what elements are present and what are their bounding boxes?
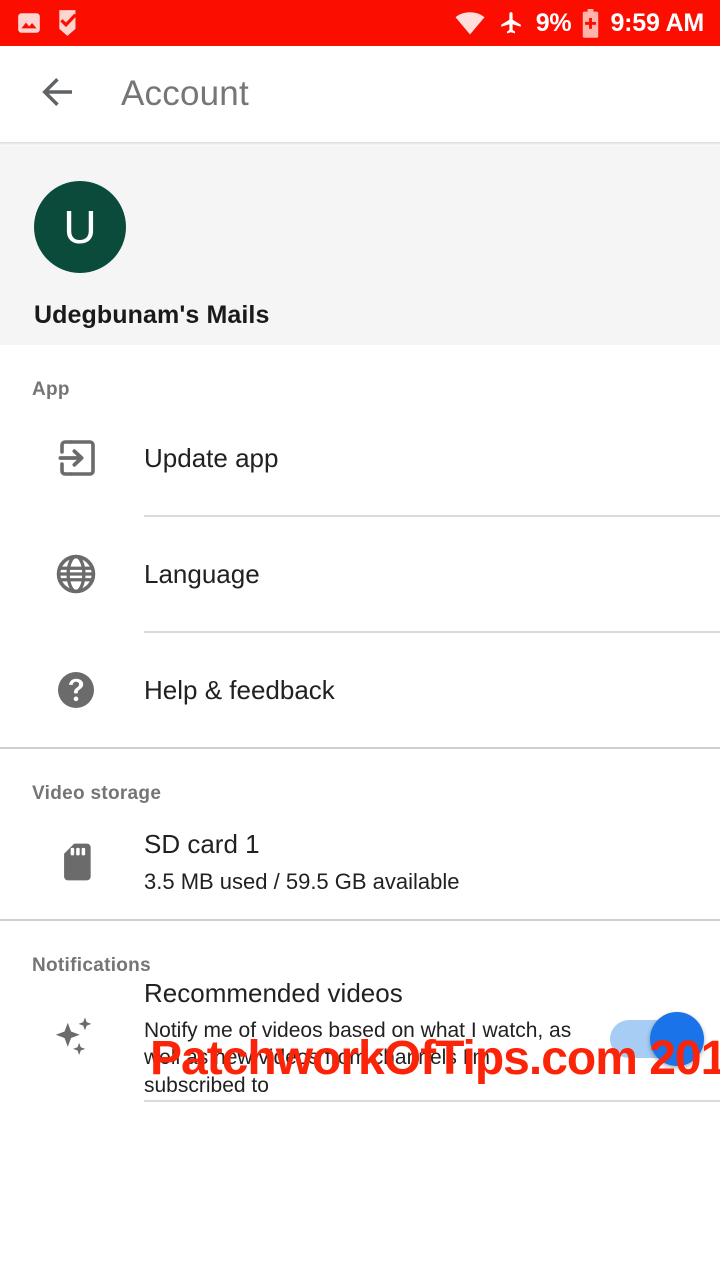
row-title: Recommended videos — [144, 978, 403, 1008]
status-bar-left-icons — [16, 9, 82, 37]
row-body: Update app — [144, 442, 720, 475]
account-name-label: Udegbunam's Mails — [34, 301, 270, 329]
row-update-app[interactable]: Update app — [0, 401, 720, 515]
row-body: Help & feedback — [144, 674, 720, 707]
watermark-label: PatchworkOfTips.com 2019 — [150, 1032, 720, 1085]
row-sd-card[interactable]: SD card 1 3.5 MB used / 59.5 GB availabl… — [0, 805, 720, 919]
page-title: Account — [121, 74, 249, 113]
divider — [144, 1100, 720, 1103]
airplane-mode-icon — [497, 10, 525, 36]
status-bar: 9% 9:59 AM — [0, 0, 720, 46]
status-bar-right-icons: 9% 9:59 AM — [454, 8, 704, 38]
section-header-notifications: Notifications — [32, 955, 151, 976]
row-body: SD card 1 3.5 MB used / 59.5 GB availabl… — [144, 828, 720, 897]
globe-icon — [0, 551, 144, 597]
avatar[interactable]: U — [34, 181, 126, 273]
row-title: Language — [144, 558, 260, 589]
update-app-icon — [0, 434, 144, 482]
back-button[interactable] — [30, 66, 86, 122]
row-help-feedback[interactable]: Help & feedback — [0, 633, 720, 747]
section-header-app: App — [32, 379, 70, 400]
help-circle-icon — [0, 667, 144, 713]
image-icon — [16, 10, 42, 36]
row-body: Language — [144, 558, 720, 591]
checkmark-ribbon-icon — [56, 9, 82, 37]
sparkle-icon — [0, 1010, 144, 1068]
battery-charging-icon — [582, 8, 599, 38]
clock-label: 9:59 AM — [610, 8, 704, 37]
row-language[interactable]: Language — [0, 517, 720, 631]
row-title: SD card 1 — [144, 828, 260, 859]
section-header-video-storage: Video storage — [32, 783, 162, 804]
sd-card-icon — [0, 840, 144, 884]
app-screen: 9% 9:59 AM Account U Udegbunam's Mails A… — [0, 0, 720, 1280]
avatar-initial: U — [63, 201, 97, 253]
row-title: Help & feedback — [144, 674, 335, 705]
battery-percent-label: 9% — [535, 8, 572, 37]
back-arrow-icon — [37, 71, 79, 118]
account-header[interactable]: U Udegbunam's Mails — [0, 146, 720, 345]
row-title: Update app — [144, 442, 279, 473]
row-subtitle: 3.5 MB used / 59.5 GB available — [144, 869, 460, 895]
wifi-icon — [454, 10, 486, 36]
toolbar: Account — [0, 46, 720, 142]
